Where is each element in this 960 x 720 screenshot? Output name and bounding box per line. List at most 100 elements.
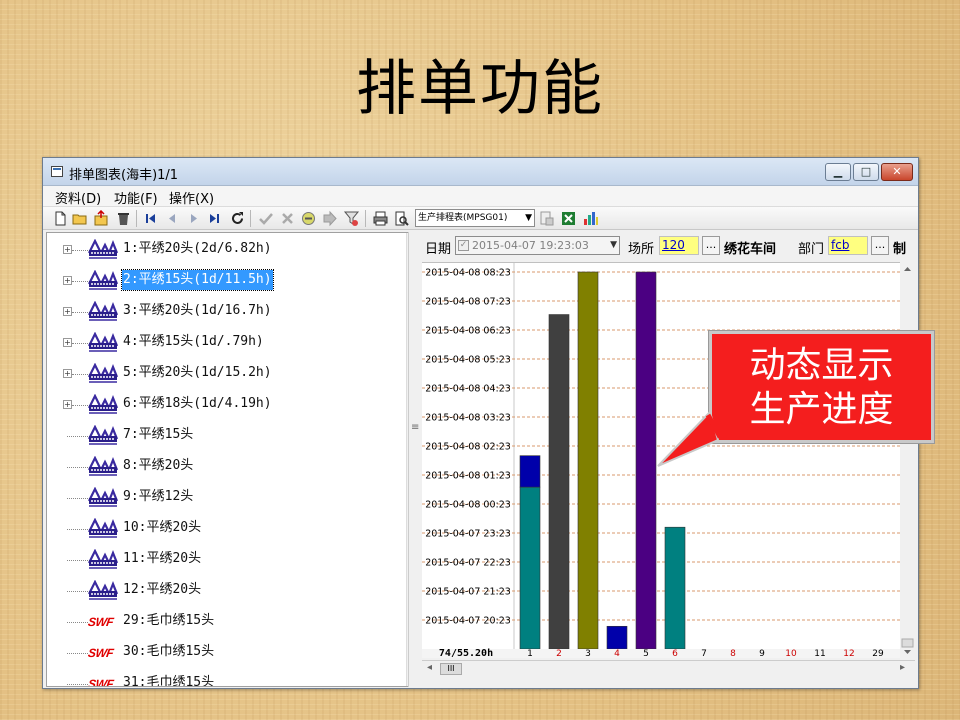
- tree-item[interactable]: 11:平绣20头: [47, 548, 407, 572]
- tajima-logo-icon: [88, 239, 118, 259]
- tree-item[interactable]: 8:平绣20头: [47, 455, 407, 479]
- excel-icon[interactable]: [560, 210, 577, 227]
- horizontal-scrollbar-thumb[interactable]: III: [440, 663, 462, 675]
- expand-icon[interactable]: +: [63, 400, 72, 409]
- scroll-right-icon[interactable]: ▸: [900, 662, 905, 673]
- site-lookup-button[interactable]: ...: [702, 236, 720, 255]
- delete-icon[interactable]: [115, 210, 132, 227]
- tree-item[interactable]: SWF 31:毛巾绣15头: [47, 672, 407, 687]
- export-icon[interactable]: [93, 210, 110, 227]
- tree-item[interactable]: +3:平绣20头(1d/16.7h): [47, 300, 407, 324]
- chart-icon[interactable]: [582, 210, 599, 227]
- x-tick-label: 3: [585, 649, 591, 658]
- y-tick-label: 2015-04-08 03:23: [425, 413, 511, 424]
- chart-background: [422, 263, 900, 658]
- menu-operation[interactable]: 操作(X): [169, 188, 214, 207]
- first-icon[interactable]: [142, 210, 159, 227]
- tajima-logo-icon: [88, 425, 118, 445]
- x-tick-label: 2: [556, 649, 562, 658]
- refresh-icon[interactable]: [229, 210, 246, 227]
- tree-item[interactable]: 10:平绣20头: [47, 517, 407, 541]
- tajima-logo-icon: [88, 332, 118, 352]
- tree-connector: [72, 312, 88, 313]
- callout-line-1: 动态显示: [749, 345, 894, 386]
- toolbar-separator: [136, 210, 137, 227]
- prev-icon[interactable]: [164, 210, 181, 227]
- last-icon[interactable]: [206, 210, 223, 227]
- cancel-icon[interactable]: [279, 210, 296, 227]
- tajima-logo-icon: [88, 580, 118, 600]
- swf-logo-icon: SWF: [87, 677, 115, 687]
- tree-item[interactable]: 12:平绣20头: [47, 579, 407, 603]
- chart-pane: 日期 ✓ 2015-04-07 19:23:03 ▼ 场所 120 ... 绣花…: [422, 232, 915, 687]
- dept-lookup-button[interactable]: ...: [871, 236, 889, 255]
- expand-icon[interactable]: +: [63, 369, 72, 378]
- bar: [548, 314, 570, 650]
- y-tick-label: 2015-04-08 08:23: [425, 268, 511, 279]
- callout-line-2: 生产进度: [749, 389, 894, 430]
- tree-connector: [72, 281, 88, 282]
- footer-label: 74/55.20h: [439, 648, 493, 658]
- filter-icon[interactable]: [343, 210, 360, 227]
- date-picker[interactable]: ✓ 2015-04-07 19:23:03 ▼: [455, 236, 620, 255]
- slide-title: 排单功能: [356, 54, 604, 124]
- swf-logo-icon: SWF: [87, 615, 115, 629]
- tree-item[interactable]: SWF 30:毛巾绣15头: [47, 641, 407, 665]
- tree-item[interactable]: +6:平绣18头(1d/4.19h): [47, 393, 407, 417]
- window-title: 排单图表(海丰)1/1: [69, 168, 179, 183]
- minimize-button[interactable]: ▁: [825, 163, 851, 181]
- next-icon[interactable]: [185, 210, 202, 227]
- menu-function[interactable]: 功能(F): [114, 188, 158, 207]
- forward-icon[interactable]: [321, 210, 338, 227]
- menu-data[interactable]: 资料(D): [55, 188, 101, 207]
- y-tick-label: 2015-04-08 05:23: [425, 355, 511, 366]
- tree-item[interactable]: +5:平绣20头(1d/15.2h): [47, 362, 407, 386]
- expand-icon[interactable]: +: [63, 245, 72, 254]
- chart-scrollbar[interactable]: [900, 262, 915, 657]
- new-icon[interactable]: [52, 210, 69, 227]
- tree-connector: [67, 591, 88, 592]
- y-tick-label: 2015-04-07 20:23: [425, 616, 511, 627]
- machine-tree: +1:平绣20头(2d/6.82h) +2:平绣15头(1d/11.5h) +3:平…: [46, 232, 421, 687]
- y-tick-label: 2015-04-07 21:23: [425, 587, 511, 598]
- tree-item-label: 31:毛巾绣15头: [123, 675, 215, 687]
- title-bar[interactable]: 排单图表(海丰)1/1 ▁ □ ✕: [43, 158, 918, 186]
- tree-item[interactable]: 7:平绣15头: [47, 424, 407, 448]
- preview-icon[interactable]: [393, 210, 410, 227]
- tree-item[interactable]: SWF 29:毛巾绣15头: [47, 610, 407, 634]
- edit-icon[interactable]: [300, 210, 317, 227]
- expand-icon[interactable]: +: [63, 276, 72, 285]
- tree-item[interactable]: +1:平绣20头(2d/6.82h): [47, 238, 407, 262]
- x-tick-label: 7: [701, 649, 707, 658]
- site-input[interactable]: 120: [659, 236, 699, 255]
- settings-icon[interactable]: [538, 210, 555, 227]
- tree-connector: [67, 436, 88, 437]
- report-select[interactable]: 生产排程表(MPSG01) ▼: [415, 209, 535, 227]
- tajima-logo-icon: [88, 518, 118, 538]
- x-tick-label: 6: [672, 649, 678, 658]
- chart-horizontal-scrollbar[interactable]: ◂ III ▸: [422, 660, 915, 677]
- tree-item[interactable]: +2:平绣15头(1d/11.5h): [47, 269, 407, 293]
- confirm-icon[interactable]: [257, 210, 274, 227]
- tree-item[interactable]: 9:平绣12头: [47, 486, 407, 510]
- open-icon[interactable]: [72, 210, 89, 227]
- trailing-label: 制: [893, 242, 907, 257]
- chart-scrollbar-arrows: [901, 267, 914, 654]
- tree-connector: [67, 529, 88, 530]
- scroll-left-icon[interactable]: ◂: [427, 662, 432, 673]
- expand-icon[interactable]: +: [63, 307, 72, 316]
- tree-item-label: 6:平绣18头(1d/4.19h): [123, 396, 272, 411]
- tree-connector: [67, 467, 88, 468]
- date-label: 日期: [425, 242, 452, 257]
- chevron-down-icon: ▼: [610, 240, 617, 250]
- gantt-chart-area: 2015-04-07 20:23 2015-04-07 21:23 2015-04-…: [422, 262, 915, 659]
- tree-item-label: 9:平绣12头: [123, 489, 194, 504]
- tree-item[interactable]: +4:平绣15头(1d/.79h): [47, 331, 407, 355]
- pane-splitter[interactable]: ≡: [408, 232, 421, 687]
- close-button[interactable]: ✕: [881, 163, 913, 181]
- print-icon[interactable]: [372, 210, 389, 227]
- dept-input[interactable]: fcb: [828, 236, 868, 255]
- maximize-button[interactable]: □: [853, 163, 879, 181]
- expand-icon[interactable]: +: [63, 338, 72, 347]
- date-checkbox[interactable]: ✓: [458, 240, 469, 251]
